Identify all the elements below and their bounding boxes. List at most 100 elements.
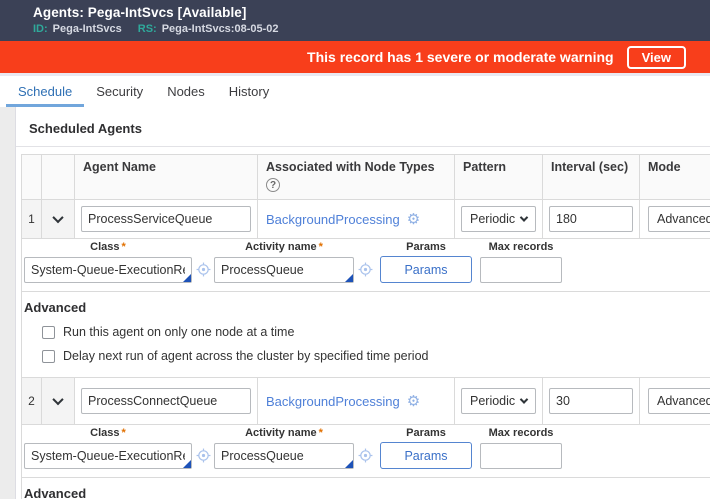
row-number: 1 [22,200,42,238]
agent-row-2-detail: Class * Activity name * Params Max records… [21,425,710,478]
class-input[interactable] [24,256,192,283]
col-node-types-label: Associated with Node Types [266,160,435,174]
class-input[interactable] [24,442,192,469]
pattern-cell: Periodic [455,378,543,424]
col-mode: Mode [640,155,710,199]
target-icon[interactable] [358,448,373,463]
max-records-label: Max records [488,427,554,439]
record-title: Agents: Pega-IntSvcs [Available] [33,5,247,20]
pattern-select[interactable]: Periodic [461,388,536,414]
col-node-types: Associated with Node Types ? [258,155,455,199]
col-pattern: Pattern [455,155,543,199]
params-button[interactable]: Params [380,256,472,283]
class-label: Class * [90,241,126,253]
target-icon[interactable] [358,262,373,277]
gear-icon[interactable]: ⚙ [407,212,420,227]
agent-name-input[interactable] [81,388,251,414]
tab-bar: Schedule Security Nodes History [0,76,710,107]
run-one-node-checkbox[interactable] [42,325,55,339]
agent-row-2-advanced: Advanced [21,478,710,499]
node-type-link[interactable]: BackgroundProcessing [266,212,400,227]
interval-input[interactable] [549,206,633,232]
target-icon[interactable] [196,262,211,277]
node-type-cell: BackgroundProcessing ⚙ [258,378,455,424]
view-warnings-button[interactable]: View [626,45,686,69]
record-subtitle: ID: Pega-IntSvcs RS: Pega-IntSvcs:08-05-02 [33,23,710,35]
tab-history[interactable]: History [217,76,281,107]
activity-label: Activity name * [245,427,323,439]
max-records-label: Max records [488,241,554,253]
detail-fields: Params [22,256,710,283]
id-value: Pega-IntSvcs [52,23,122,35]
node-type-link[interactable]: BackgroundProcessing [266,394,400,409]
chevron-down-icon [519,213,529,222]
checkbox-row: Run this agent on only one node at a tim… [42,325,710,339]
params-label: Params [406,241,446,253]
tab-nodes[interactable]: Nodes [155,76,217,107]
params-label: Params [406,427,446,439]
col-row-number [22,155,42,199]
mode-select[interactable]: Advanced [648,388,710,414]
pattern-value: Periodic [470,394,516,408]
delay-next-run-checkbox[interactable] [42,349,55,363]
checkbox-row: Delay next run of agent across the clust… [42,349,710,363]
max-records-input[interactable] [480,442,562,469]
detail-fields: Params [22,442,710,469]
id-label: ID: [33,23,48,35]
rs-value: Pega-IntSvcs:08-05-02 [161,23,279,35]
agent-name-cell [75,200,258,238]
table-header-row: Agent Name Associated with Node Types ? … [21,154,710,200]
required-marker: * [318,241,323,253]
detail-labels: Class * Activity name * Params Max records [22,427,710,440]
required-marker: * [318,427,323,439]
params-button[interactable]: Params [380,442,472,469]
agent-name-input[interactable] [81,206,251,232]
pattern-select[interactable]: Periodic [461,206,536,232]
chevron-down-icon [519,395,529,404]
gear-icon[interactable]: ⚙ [407,394,420,409]
agent-row-1: 1 BackgroundProcessing ⚙ Periodic [21,200,710,239]
mode-value: Advanced [657,394,710,408]
rs-label: RS: [137,23,157,35]
mode-select[interactable]: Advanced [648,206,710,232]
interval-cell [543,200,640,238]
agent-row-2: 2 BackgroundProcessing ⚙ Periodic [21,378,710,425]
advanced-heading: Advanced [24,300,87,315]
tab-schedule[interactable]: Schedule [6,76,85,107]
col-expander [42,155,75,199]
max-records-input[interactable] [480,256,562,283]
interval-input[interactable] [549,388,633,414]
tab-security[interactable]: Security [84,76,155,107]
agent-row-1-detail: Class * Activity name * Params Max records… [21,239,710,292]
agent-name-cell [75,378,258,424]
target-icon[interactable] [196,448,211,463]
advanced-heading: Advanced [24,486,87,499]
mode-cell: Advanced [640,200,710,238]
warning-text: This record has 1 severe or moderate war… [307,49,614,65]
required-marker: * [121,241,126,253]
checkbox-label: Run this agent on only one node at a tim… [63,325,295,339]
row-expander[interactable] [42,200,75,238]
mode-cell: Advanced [640,378,710,424]
agents-table: Agent Name Associated with Node Types ? … [21,154,710,499]
activity-input[interactable] [214,256,354,283]
help-icon[interactable]: ? [266,177,280,192]
interval-cell [543,378,640,424]
chevron-down-icon [52,393,64,406]
chevron-down-icon [52,211,64,224]
activity-label: Activity name * [245,241,323,253]
left-gutter [0,107,15,499]
checkbox-label: Delay next run of agent across the clust… [63,349,429,363]
pattern-cell: Periodic [455,200,543,238]
scheduled-agents-section: Scheduled Agents Agent Name Associated w… [15,107,710,499]
mode-value: Advanced [657,212,710,226]
row-number: 2 [22,378,42,424]
main-content: Scheduled Agents Agent Name Associated w… [0,107,710,499]
warning-banner: This record has 1 severe or moderate war… [0,41,710,73]
class-label: Class * [90,427,126,439]
col-agent-name: Agent Name [75,155,258,199]
agent-row-1-advanced: Advanced Run this agent on only one node… [21,292,710,378]
section-title: Scheduled Agents [29,121,142,136]
row-expander[interactable] [42,378,75,424]
activity-input[interactable] [214,442,354,469]
